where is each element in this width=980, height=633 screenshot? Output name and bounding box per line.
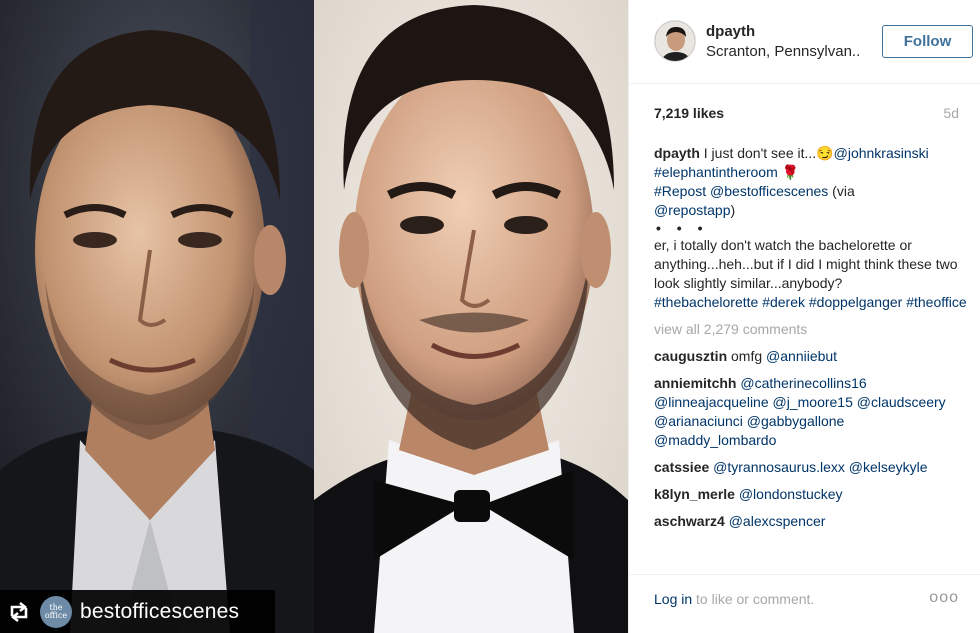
caption-via-text: (via <box>828 183 855 199</box>
author-avatar[interactable] <box>654 20 696 62</box>
caption-mention[interactable]: @johnkrasinski <box>834 145 929 161</box>
post-photo[interactable]: the office bestofficescenes <box>0 0 628 633</box>
comment-item: aschwarz4 @alexcspencer <box>654 512 969 531</box>
comments-list: dpayth I just don't see it...😏@johnkrasi… <box>654 144 969 543</box>
post-caption: dpayth I just don't see it...😏@johnkrasi… <box>654 144 969 312</box>
smirk-emoji: 😏 <box>816 145 834 161</box>
comment-username[interactable]: caugusztin <box>654 348 727 364</box>
author-username[interactable]: dpayth <box>706 23 755 40</box>
comment-username[interactable]: k8lyn_merle <box>654 486 735 502</box>
login-link[interactable]: Log in <box>654 591 692 607</box>
comment-mentions[interactable]: @londonstuckey <box>739 486 843 502</box>
post-age[interactable]: 5d <box>943 105 959 121</box>
view-all-comments-link[interactable]: view all 2,279 comments <box>654 320 969 339</box>
more-options-icon[interactable]: ooo <box>929 589 959 607</box>
caption-close-paren: ) <box>730 202 736 218</box>
post-sidebar: dpayth Scranton, Pennsylvan.. Follow 7,2… <box>628 0 980 633</box>
comment-item: caugusztin omfg @anniiebut <box>654 347 969 366</box>
comment-text: omfg <box>727 348 767 364</box>
repost-arrows-icon <box>6 599 32 625</box>
caption-hashtag-elephant[interactable]: #elephantintheroom <box>654 164 778 180</box>
caption-repost-tag[interactable]: #Repost @bestofficescenes <box>654 183 828 199</box>
login-prompt: Log in to like or comment. <box>654 591 814 607</box>
comment-username[interactable]: catssiee <box>654 459 709 475</box>
comment-item: anniemitchh @catherinecollins16 @linneaj… <box>654 374 969 450</box>
likes-count[interactable]: 7,219 likes <box>654 105 724 121</box>
repost-credit-bar: the office bestofficescenes <box>0 590 275 633</box>
login-prompt-text: to like or comment. <box>692 591 815 607</box>
caption-text-line1: I just don't see it... <box>699 145 817 161</box>
comment-username[interactable]: aschwarz4 <box>654 513 725 529</box>
likes-row: 7,219 likes 5d <box>654 105 959 125</box>
post-footer: Log in to like or comment. ooo <box>629 574 980 633</box>
caption-username[interactable]: dpayth <box>654 145 700 161</box>
photo-left-man <box>0 0 314 633</box>
caption-hashtags[interactable]: #thebachelorette #derek #doppelganger #t… <box>654 293 969 312</box>
repost-avatar: the office <box>40 595 72 628</box>
follow-button[interactable]: Follow <box>882 25 973 58</box>
right-portrait-illustration <box>314 0 628 633</box>
repost-username: bestofficescenes <box>80 599 240 623</box>
post-location[interactable]: Scranton, Pennsylvan.. <box>706 43 866 60</box>
photo-right-man <box>314 0 628 633</box>
caption-repostapp-mention[interactable]: @repostapp <box>654 202 730 218</box>
rose-emoji: 🌹 <box>781 164 800 180</box>
comment-username[interactable]: anniemitchh <box>654 375 736 391</box>
caption-body: er, i totally don't watch the bacheloret… <box>654 237 958 291</box>
comment-mentions[interactable]: @anniiebut <box>766 348 837 364</box>
post-header: dpayth Scranton, Pennsylvan.. Follow <box>629 0 980 84</box>
caption-dots: • • • <box>656 220 709 236</box>
cut-off-comment <box>654 537 969 543</box>
comment-item: catssiee @tyrannosaurus.lexx @kelseykyle <box>654 458 969 477</box>
comment-mentions[interactable]: @alexcspencer <box>729 513 826 529</box>
comment-item: k8lyn_merle @londonstuckey <box>654 485 969 504</box>
comment-mentions[interactable]: @tyrannosaurus.lexx @kelseykyle <box>713 459 927 475</box>
left-portrait-illustration <box>0 0 314 633</box>
